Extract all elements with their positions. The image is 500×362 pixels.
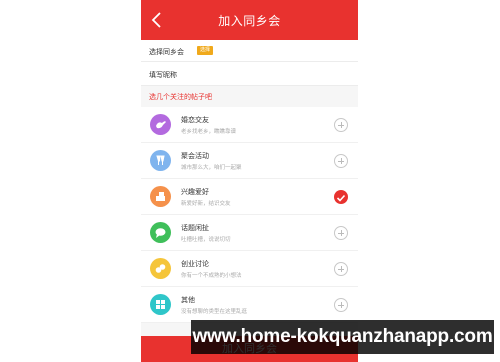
topic-subtitle: 吐槽吐槽，说说切切 xyxy=(181,237,231,243)
topic-title: 婚恋交友 xyxy=(181,116,209,124)
topic-item-dating[interactable]: 婚恋交友 老乡找老乡，瞧瞧靠谱 xyxy=(141,107,358,143)
chat-icon xyxy=(150,222,171,243)
topic-subtitle: 城市那么大，咱们一起聚 xyxy=(181,165,242,171)
topic-title: 其他 xyxy=(181,296,195,304)
checked-icon[interactable] xyxy=(334,190,348,204)
topic-item-chat[interactable]: 话题闲扯 吐槽吐槽，说说切切 xyxy=(141,215,358,251)
select-association-label: 选择同乡会 xyxy=(149,48,184,56)
phone-screen: 加入同乡会 选择同乡会 选择 填写昵称 选几个关注的帖子吧 婚恋交友 老乡找老乡… xyxy=(141,0,358,362)
heart-bird-icon xyxy=(150,114,171,135)
topic-title: 兴趣爱好 xyxy=(181,188,209,196)
coins-icon xyxy=(150,258,171,279)
nickname-row[interactable]: 填写昵称 xyxy=(141,62,358,86)
nickname-label: 填写昵称 xyxy=(149,71,177,79)
topic-title: 话题闲扯 xyxy=(181,224,209,232)
topic-subtitle: 新爱好新，结识交友 xyxy=(181,201,231,207)
add-icon[interactable] xyxy=(334,226,348,240)
select-association-row[interactable]: 选择同乡会 选择 xyxy=(141,40,358,62)
grid-icon xyxy=(150,294,171,315)
select-badge[interactable]: 选择 xyxy=(197,46,214,55)
topic-item-startup[interactable]: 创业讨论 你有一个不成熟的小想法 xyxy=(141,251,358,287)
topic-title: 聚会活动 xyxy=(181,152,209,160)
topic-item-gathering[interactable]: 聚会活动 城市那么大，咱们一起聚 xyxy=(141,143,358,179)
watermark-banner: www.home-kokquanzhanapp.com xyxy=(191,320,494,354)
topic-subtitle: 你有一个不成熟的小想法 xyxy=(181,273,242,279)
cheers-icon xyxy=(150,150,171,171)
add-icon[interactable] xyxy=(334,118,348,132)
topic-item-other[interactable]: 其他 没有想聊的类型在这里乱逛 xyxy=(141,287,358,323)
add-icon[interactable] xyxy=(334,154,348,168)
blocks-icon xyxy=(150,186,171,207)
add-icon[interactable] xyxy=(334,262,348,276)
top-bar: 加入同乡会 xyxy=(141,0,358,40)
section-label: 选几个关注的帖子吧 xyxy=(149,93,212,101)
add-icon[interactable] xyxy=(334,298,348,312)
page-title: 加入同乡会 xyxy=(218,14,281,28)
topic-subtitle: 老乡找老乡，瞧瞧靠谱 xyxy=(181,129,237,135)
topic-title: 创业讨论 xyxy=(181,260,209,268)
topic-subtitle: 没有想聊的类型在这里乱逛 xyxy=(181,309,248,315)
topic-item-hobby[interactable]: 兴趣爱好 新爱好新，结识交友 xyxy=(141,179,358,215)
